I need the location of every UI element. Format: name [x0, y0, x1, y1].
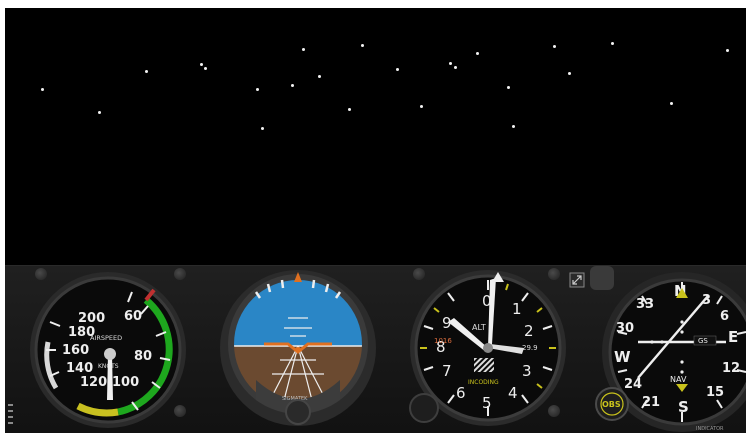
airspeed-tick-100: 100 [112, 375, 139, 390]
panel-screw [174, 268, 186, 280]
star [291, 84, 294, 87]
nav-heading-6: 6 [720, 309, 729, 324]
baro-adjust-knob[interactable] [409, 393, 439, 423]
obs-label: OBS [602, 400, 621, 409]
airspeed-tick-140: 140 [66, 361, 93, 376]
airspeed-tick-200: 200 [78, 311, 105, 326]
airspeed-needle [107, 354, 113, 400]
altimeter: 0 1 2 3 4 5 6 7 8 9 ALT 1016 29.9 INCODI… [409, 270, 566, 426]
altimeter-label: ALT [472, 323, 486, 332]
airspeed-indicator: 200 180 160 140 120 100 80 60 AIRSPEED K… [30, 272, 186, 428]
star [553, 45, 556, 48]
star [611, 42, 614, 45]
altimeter-tick-7: 7 [442, 362, 452, 380]
star [145, 70, 148, 73]
airspeed-tick-160: 160 [62, 343, 89, 358]
nav-heading-e: E [728, 328, 738, 346]
gs-label: GS [698, 337, 708, 345]
nav-obs-indicator: N 3 6 E 12 15 S 21 24 W 30 33 GS NAV IND… [590, 266, 746, 432]
star [98, 111, 101, 114]
star [476, 52, 479, 55]
nav-heading-12: 12 [722, 361, 740, 376]
panel-screw [35, 268, 47, 280]
star [449, 62, 452, 65]
panel-screw [174, 405, 186, 417]
attitude-indicator: SIGMATEK [220, 270, 376, 426]
nav-heading-w: W [614, 348, 631, 366]
attitude-adjust-knob[interactable] [285, 399, 311, 425]
fullscreen-toggle-icon[interactable] [569, 272, 585, 288]
altimeter-tick-5: 5 [482, 394, 492, 412]
star [454, 66, 457, 69]
airspeed-tick-120: 120 [80, 375, 107, 390]
star [41, 88, 44, 91]
star [200, 63, 203, 66]
star [512, 125, 515, 128]
nav-heading-33: 33 [636, 297, 654, 312]
star [396, 68, 399, 71]
star [348, 108, 351, 111]
star [420, 105, 423, 108]
airspeed-tick-60: 60 [124, 309, 142, 324]
nav-heading-30: 30 [616, 321, 634, 336]
star [318, 75, 321, 78]
nav-footer: INDICATOR [696, 426, 724, 432]
kollsman-right: 29.9 [522, 344, 538, 352]
nav-heading-21: 21 [642, 395, 660, 410]
panel-screw [548, 268, 560, 280]
star [204, 67, 207, 70]
star [568, 72, 571, 75]
airspeed-tick-80: 80 [134, 349, 152, 364]
altimeter-tick-2: 2 [524, 322, 534, 340]
altimeter-tick-4: 4 [508, 384, 518, 402]
star [256, 88, 259, 91]
panel-grip-icon[interactable] [8, 404, 13, 424]
panel-screw [413, 268, 425, 280]
airspeed-title: AIRSPEED [90, 334, 122, 342]
kollsman-left: 1016 [434, 337, 452, 345]
altimeter-footer: INCODING [468, 379, 499, 386]
nav-heading-s: S [678, 398, 689, 416]
star [726, 49, 729, 52]
altimeter-tick-1: 1 [512, 300, 522, 318]
panel-screw [548, 405, 560, 417]
altimeter-tick-3: 3 [522, 362, 532, 380]
nav-heading-15: 15 [706, 385, 724, 400]
star [302, 48, 305, 51]
night-sky-view [5, 8, 746, 266]
star [261, 127, 264, 130]
nav-label: NAV [670, 375, 687, 384]
panel-lamp [590, 266, 614, 290]
star [507, 86, 510, 89]
star [670, 102, 673, 105]
star [361, 44, 364, 47]
altimeter-tick-6: 6 [456, 384, 466, 402]
nav-heading-24: 24 [624, 377, 642, 392]
